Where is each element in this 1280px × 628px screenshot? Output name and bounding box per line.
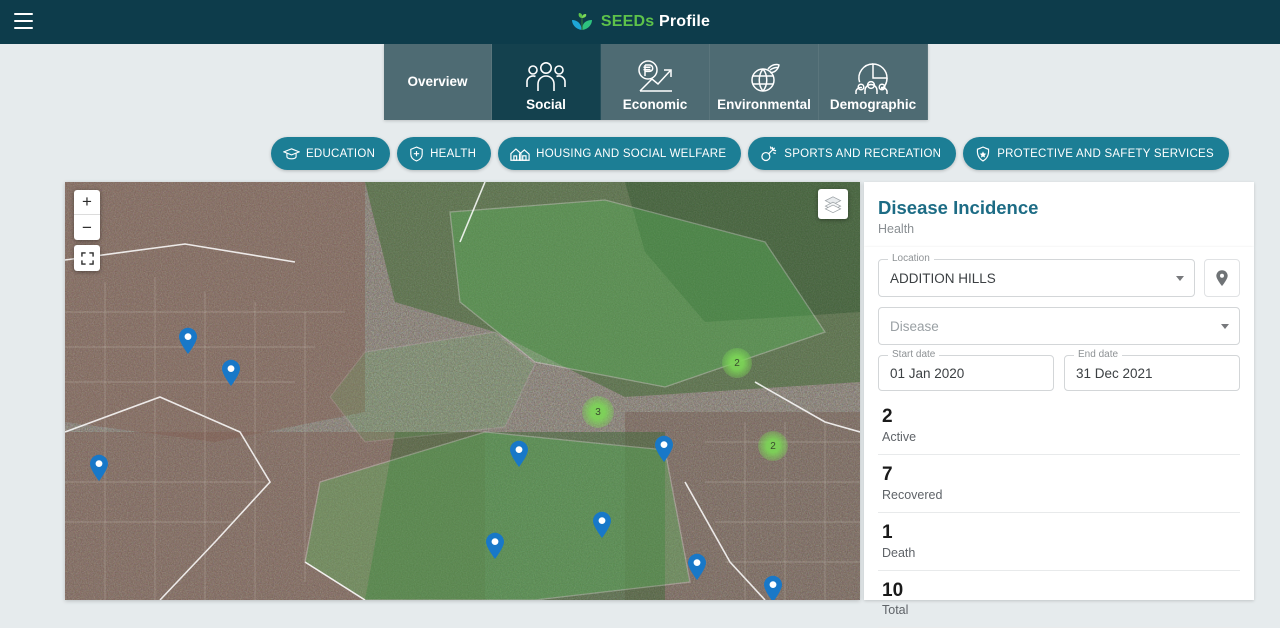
map-cluster[interactable]: 2 [758, 431, 788, 461]
chip-education[interactable]: EDUCATION [271, 137, 391, 170]
map-marker-pin[interactable] [592, 511, 612, 539]
stat-recovered-label: Recovered [882, 487, 943, 502]
chip-health-label: HEALTH [430, 147, 477, 160]
map-zoom-controls[interactable]: + − [74, 190, 100, 240]
chip-housing-and-social-welfare[interactable]: HOUSING AND SOCIAL WELFARE [498, 137, 742, 170]
stat-total: 10 Total [878, 571, 1240, 628]
page-background: Overview Social Economic Environmental D… [0, 44, 1280, 628]
seeds-leaf-logo-icon [571, 13, 592, 30]
end-date-label: End date [1074, 349, 1123, 360]
map-cluster[interactable]: 2 [722, 348, 752, 378]
stat-active-number: 2 [882, 406, 893, 427]
start-date-label: Start date [888, 349, 940, 360]
tab-social-label: Social [526, 97, 566, 113]
start-date-value: 01 Jan 2020 [890, 365, 965, 381]
location-field-label: Location [888, 253, 934, 264]
tab-demographic[interactable]: Demographic [819, 44, 928, 120]
cluster-count: 3 [595, 406, 601, 418]
disease-row: Disease [878, 307, 1240, 345]
end-date-value: 31 Dec 2021 [1076, 365, 1153, 381]
map-pin-icon[interactable] [1204, 259, 1240, 297]
date-range-row: Start date 01 Jan 2020 End date 31 Dec 2… [878, 349, 1240, 391]
stat-active-label: Active [882, 429, 917, 444]
chip-housing-label: HOUSING AND SOCIAL WELFARE [536, 147, 727, 160]
brand-title-white: Profile [654, 13, 711, 30]
location-value: ADDITION HILLS [890, 270, 996, 286]
chip-education-label: EDUCATION [306, 147, 376, 160]
location-select[interactable]: Location ADDITION HILLS [878, 253, 1195, 297]
panel-body: Location ADDITION HILLS Disease Start da… [864, 247, 1254, 628]
stat-total-label: Total [882, 603, 909, 618]
satellite-map-imagery [65, 182, 860, 600]
stat-recovered: 7 Recovered [878, 455, 1240, 513]
map-marker-pin[interactable] [178, 327, 198, 355]
chip-sports-and-recreation[interactable]: SPORTS AND RECREATION [748, 137, 957, 170]
peso-growth-icon [632, 58, 678, 98]
tab-environmental-label: Environmental [717, 97, 811, 113]
section-tabs: Overview Social Economic Environmental D… [384, 44, 928, 120]
chevron-down-icon [1176, 276, 1184, 281]
map-container[interactable]: + − 2 3 2 4 2 3 [65, 182, 860, 600]
cluster-count: 2 [770, 440, 776, 452]
disease-placeholder: Disease [890, 318, 939, 334]
cluster-count: 2 [734, 357, 740, 369]
tab-demographic-label: Demographic [829, 97, 917, 113]
tab-economic[interactable]: Economic [601, 44, 710, 120]
people-icon [523, 58, 569, 98]
page-title: Disease Incidence [878, 197, 1039, 218]
map-cluster[interactable]: 3 [582, 396, 614, 428]
stat-death-number: 1 [882, 521, 893, 543]
stat-death-label: Death [882, 545, 916, 560]
location-row: Location ADDITION HILLS [878, 253, 1240, 297]
stat-total-number: 10 [882, 579, 904, 601]
chevron-down-icon [1221, 324, 1229, 329]
disease-select[interactable]: Disease [878, 307, 1240, 345]
layers-icon[interactable] [818, 189, 848, 219]
chip-protective-label: PROTECTIVE AND SAFETY SERVICES [997, 147, 1214, 160]
panel-header: Disease Incidence Health [864, 182, 1254, 247]
chip-sports-label: SPORTS AND RECREATION [784, 147, 942, 160]
map-marker-pin[interactable] [763, 575, 783, 600]
brand-title: SEEDs Profile [601, 13, 710, 31]
tab-social[interactable]: Social [492, 44, 601, 120]
start-date-field[interactable]: Start date 01 Jan 2020 [878, 349, 1054, 391]
layers-stack-icon [824, 196, 842, 213]
brand-title-green: SEEDs [600, 13, 655, 30]
map-marker-pin[interactable] [509, 440, 529, 468]
zoom-in-button[interactable]: + [74, 190, 100, 215]
end-date-field[interactable]: End date 31 Dec 2021 [1064, 349, 1240, 391]
app-header: SEEDs Profile [0, 0, 1280, 44]
map-pin-glyph [1216, 269, 1228, 286]
houses-icon [510, 147, 530, 161]
map-marker-pin[interactable] [89, 454, 109, 482]
badge-star-icon [976, 145, 990, 162]
map-marker-pin[interactable] [654, 435, 674, 463]
zoom-out-button[interactable]: − [74, 215, 100, 240]
shield-plus-icon [410, 145, 423, 162]
map-marker-pin[interactable] [687, 553, 707, 581]
map-marker-pin[interactable] [485, 532, 505, 560]
fullscreen-icon[interactable] [74, 245, 100, 271]
tab-overview-label: Overview [407, 73, 468, 89]
tab-economic-label: Economic [622, 97, 688, 113]
pie-people-icon [849, 58, 897, 98]
map-marker-pin[interactable] [221, 359, 241, 387]
panel-subtitle: Health [878, 222, 915, 237]
stat-active: 2 Active [878, 397, 1240, 455]
category-chips: EDUCATION HEALTH HOUSING AND SOCIAL WELF… [271, 136, 1229, 171]
globe-leaf-icon [741, 58, 787, 98]
stat-death: 1 Death [878, 513, 1240, 571]
tab-environmental[interactable]: Environmental [710, 44, 819, 120]
chip-protective-and-safety-services[interactable]: PROTECTIVE AND SAFETY SERVICES [963, 137, 1229, 170]
details-panel: Disease Incidence Health Location ADDITI… [864, 182, 1254, 628]
chip-health[interactable]: HEALTH [397, 137, 492, 170]
graduation-cap-icon [283, 148, 300, 160]
brand: SEEDs Profile [0, 0, 1280, 44]
sports-icon [761, 146, 777, 162]
tab-overview[interactable]: Overview [384, 44, 492, 120]
stat-recovered-number: 7 [882, 463, 893, 485]
